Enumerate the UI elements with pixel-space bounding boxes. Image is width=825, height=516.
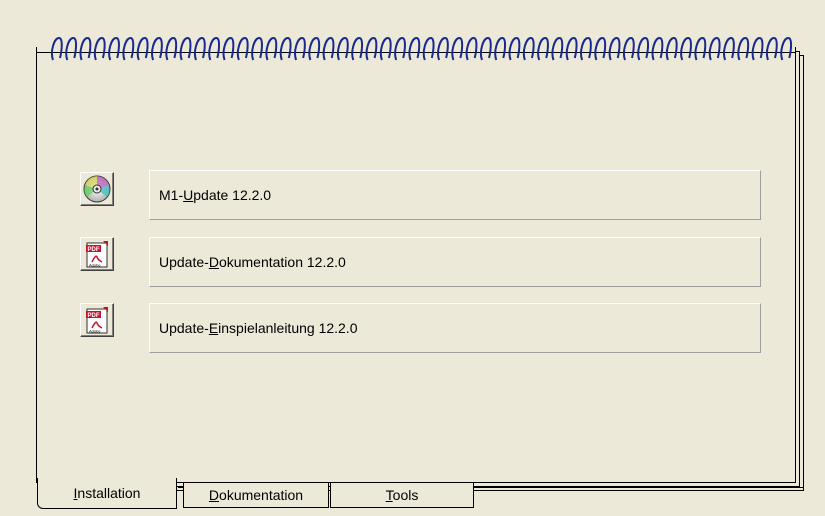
tab-installation[interactable]: Installation [37, 478, 177, 509]
update-einspielanleitung-label: Update-Einspielanleitung 12.2.0 [159, 320, 358, 336]
pdf-document-icon: PDF Adobe [86, 307, 108, 334]
m1-update-icon-button[interactable] [80, 172, 114, 206]
update-dokumentation-label: Update-Dokumentation 12.2.0 [159, 254, 346, 270]
svg-text:Adobe: Adobe [89, 263, 101, 268]
update-dokumentation-icon-button[interactable]: PDF Adobe [80, 237, 114, 271]
spiral-binding [50, 36, 793, 61]
svg-text:PDF: PDF [88, 313, 100, 319]
update-einspielanleitung-button[interactable]: Update-Einspielanleitung 12.2.0 [149, 303, 761, 353]
spiral-loops [50, 36, 793, 61]
update-einspielanleitung-icon-button[interactable]: PDF Adobe [80, 303, 114, 337]
cd-disc-icon [83, 175, 111, 203]
tab-tools[interactable]: Tools [330, 483, 474, 508]
tab-dokumentation[interactable]: Dokumentation [183, 483, 329, 508]
svg-text:PDF: PDF [88, 247, 100, 253]
m1-update-button[interactable]: M1-Update 12.2.0 [149, 170, 761, 220]
svg-text:Adobe: Adobe [89, 329, 101, 334]
pdf-document-icon: PDF Adobe [86, 241, 108, 268]
update-dokumentation-button[interactable]: Update-Dokumentation 12.2.0 [149, 237, 761, 287]
tab-strip-line-right [474, 487, 804, 488]
m1-update-label: M1-Update 12.2.0 [159, 187, 272, 203]
